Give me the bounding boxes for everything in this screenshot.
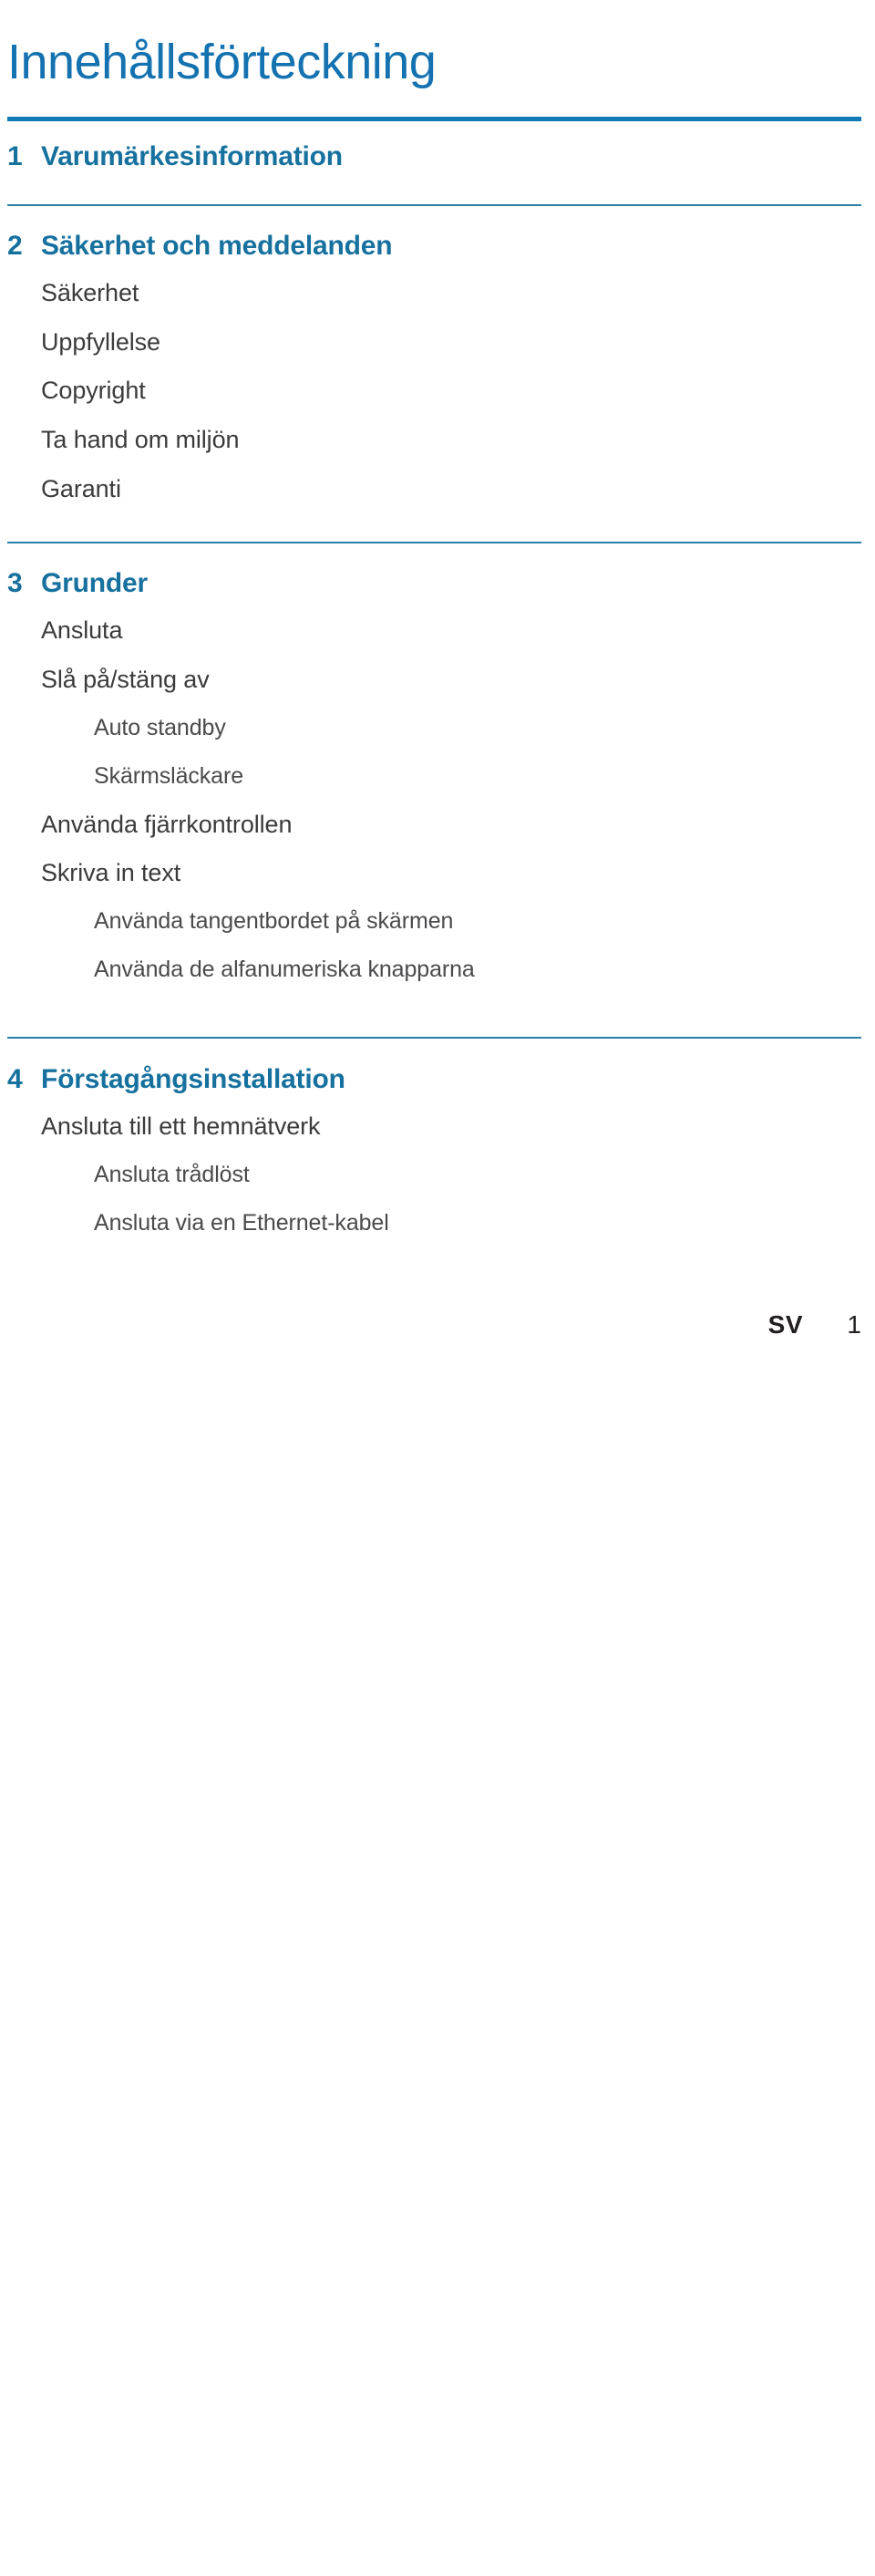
toc-entry-page-number: 18 xyxy=(389,1210,875,2576)
toc-entry-label: Säkerhet xyxy=(41,279,139,306)
toc-entry-label: Ansluta via en Ethernet-kabel xyxy=(94,1210,389,1236)
toc-page: Innehållsförteckning 1 Varumärkesinformat… xyxy=(0,0,875,1366)
toc-entry-label: Ansluta trådlöst xyxy=(94,1162,250,1187)
toc-entry-label: Varumärkesinformation xyxy=(41,141,343,171)
toc-entry-label: Skriva in text xyxy=(41,859,181,886)
toc-entry-label: Skärmsläckare xyxy=(94,763,244,789)
toc-entry-label: Garanti xyxy=(41,475,121,502)
toc-chapter-number: 1 xyxy=(7,141,23,171)
footer-language-code: SV xyxy=(767,1310,803,1339)
toc-entry-label: Ansluta xyxy=(41,616,123,644)
footer-page-number: 1 xyxy=(847,1310,861,1339)
toc-entry-label: Använda de alfanumeriska knapparna xyxy=(94,957,475,982)
toc-entry-label: Förstagångsinstallation xyxy=(41,1064,345,1094)
toc-entry-label: Uppfyllelse xyxy=(41,328,160,356)
toc-entry-row[interactable]: Ansluta via en Ethernet-kabel18 xyxy=(7,1210,861,2576)
toc-entry-label: Slå på/stäng av xyxy=(41,666,210,693)
toc-entry-label: Använda fjärrkontrollen xyxy=(41,811,293,838)
toc-entry-label: Copyright xyxy=(41,377,146,404)
toc-entry-label: Säkerhet och meddelanden xyxy=(41,231,393,261)
toc-entry-label: Använda tangentbordet på skärmen xyxy=(94,908,454,934)
toc-chapter-number: 3 xyxy=(7,568,23,598)
section-divider xyxy=(7,117,861,121)
toc-chapter-number: 4 xyxy=(7,1064,23,1094)
toc-chapter-number: 2 xyxy=(7,231,23,261)
toc-entry-label: Auto standby xyxy=(94,715,226,740)
page-title: Innehållsförteckning xyxy=(7,35,437,90)
toc-entry-label: Ta hand om miljön xyxy=(41,426,240,453)
toc-entry-label: Ansluta till ett hemnätverk xyxy=(41,1112,321,1140)
page-footer: SV 1 xyxy=(7,1310,861,1340)
toc-entry-label: Grunder xyxy=(41,568,148,598)
